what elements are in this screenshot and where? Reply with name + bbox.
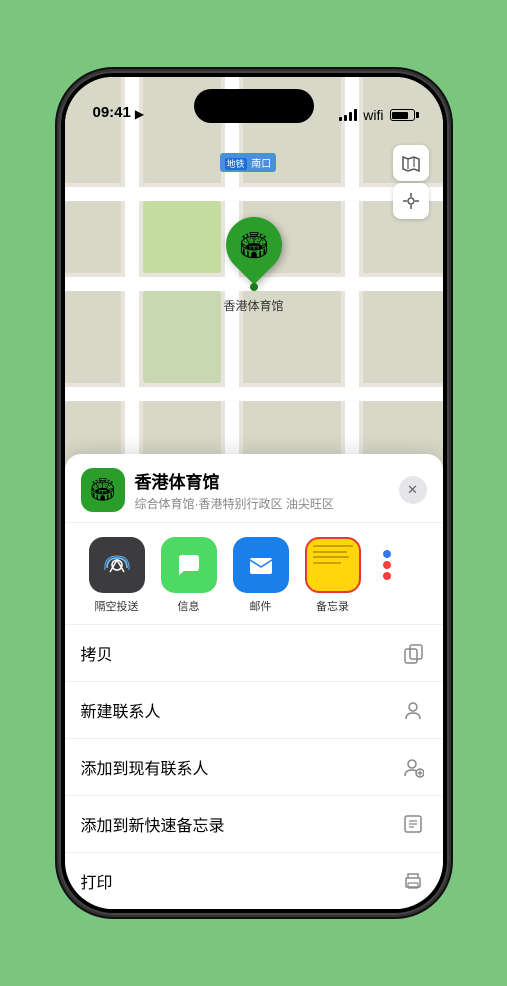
status-time: 09:41 (93, 104, 131, 123)
wifi-icon: wifi (363, 107, 383, 123)
close-button[interactable]: ✕ (399, 476, 427, 504)
pin-shape: 🏟 (222, 217, 286, 291)
add-existing-icon (399, 753, 427, 781)
location-button[interactable] (393, 183, 429, 219)
station-name: 南口 (251, 159, 271, 170)
phone-screen: 09:41 ▶ wifi (65, 77, 443, 909)
print-svg (402, 870, 424, 892)
share-messages[interactable]: 信息 (153, 537, 225, 614)
action-add-contact[interactable]: 新建联系人 (65, 682, 443, 739)
airdrop-icon (89, 537, 145, 593)
action-print[interactable]: 打印 (65, 853, 443, 909)
bottom-sheet: 🏟 香港体育馆 综合体育馆·香港特别行政区 油尖旺区 ✕ (65, 454, 443, 909)
add-quicknote-label: 添加到新快速备忘录 (81, 812, 225, 836)
signal-bar-4 (354, 109, 357, 121)
add-existing-label: 添加到现有联系人 (81, 755, 209, 779)
share-mail[interactable]: 邮件 (225, 537, 297, 614)
copy-label: 拷贝 (81, 641, 113, 665)
messages-icon (161, 537, 217, 593)
station-prefix: 地铁 (225, 158, 247, 170)
action-list: 拷贝 新建联系人 (65, 624, 443, 909)
add-contact-svg (402, 699, 424, 721)
map-station-label: 地铁 南口 (220, 153, 277, 172)
action-add-existing[interactable]: 添加到现有联系人 (65, 739, 443, 796)
mail-svg (246, 550, 276, 580)
close-icon: ✕ (407, 482, 418, 498)
notes-icon (305, 537, 361, 593)
more-dot-2 (383, 561, 391, 569)
add-contact-icon (399, 696, 427, 724)
action-add-quicknote[interactable]: 添加到新快速备忘录 (65, 796, 443, 853)
signal-bar-2 (344, 115, 347, 121)
dynamic-island (194, 89, 314, 123)
pin-dot (250, 283, 258, 291)
venue-info: 香港体育馆 综合体育馆·香港特别行政区 油尖旺区 (135, 468, 399, 512)
battery-icon (390, 109, 415, 121)
messages-label: 信息 (178, 598, 200, 614)
more-dot-3 (383, 572, 391, 580)
notes-line-2 (313, 551, 347, 553)
signal-bar-3 (349, 112, 352, 121)
mail-label: 邮件 (250, 598, 272, 614)
quicknote-svg (402, 813, 424, 835)
venue-pin-label: 香港体育馆 (223, 297, 283, 314)
notes-line-4 (313, 562, 341, 564)
map-view-button[interactable] (393, 145, 429, 181)
print-icon (399, 867, 427, 895)
share-more[interactable] (369, 537, 405, 593)
mail-icon (233, 537, 289, 593)
map-area: 地铁 南口 (65, 77, 443, 507)
print-label: 打印 (81, 869, 113, 893)
status-icons: wifi (339, 107, 414, 123)
venue-name: 香港体育馆 (135, 468, 399, 493)
venue-emoji: 🏟 (89, 477, 117, 503)
more-dot-1 (383, 550, 391, 558)
signal-bar-1 (339, 117, 342, 121)
pin-bg: 🏟 (214, 205, 293, 284)
map-controls (393, 145, 429, 219)
share-airdrop[interactable]: 隔空投送 (81, 537, 153, 614)
notes-line-3 (313, 556, 349, 558)
sheet-header: 🏟 香港体育馆 综合体育馆·香港特别行政区 油尖旺区 ✕ (65, 454, 443, 523)
messages-svg (174, 550, 204, 580)
phone-frame: 09:41 ▶ wifi (59, 71, 449, 915)
pin-emoji: 🏟 (237, 230, 270, 261)
action-copy[interactable]: 拷贝 (65, 625, 443, 682)
add-contact-label: 新建联系人 (81, 698, 161, 722)
venue-subtitle: 综合体育馆·香港特别行政区 油尖旺区 (135, 495, 399, 512)
more-dots-icon (373, 537, 401, 593)
copy-svg (402, 642, 424, 664)
share-notes[interactable]: 备忘录 (297, 537, 369, 614)
venue-icon: 🏟 (81, 468, 125, 512)
airdrop-svg (102, 550, 132, 580)
location-icon (402, 192, 420, 210)
add-existing-svg (402, 756, 424, 778)
airdrop-label: 隔空投送 (95, 598, 139, 614)
location-pin: 🏟 香港体育馆 (222, 217, 286, 314)
battery-fill (392, 112, 408, 119)
signal-bars (339, 109, 357, 121)
share-apps-row: 隔空投送 信息 (65, 523, 443, 624)
notes-line-1 (313, 545, 353, 547)
notes-label: 备忘录 (316, 598, 349, 614)
location-arrow-icon: ▶ (135, 107, 144, 121)
add-quicknote-icon (399, 810, 427, 838)
map-view-icon (401, 153, 421, 173)
copy-icon (399, 639, 427, 667)
